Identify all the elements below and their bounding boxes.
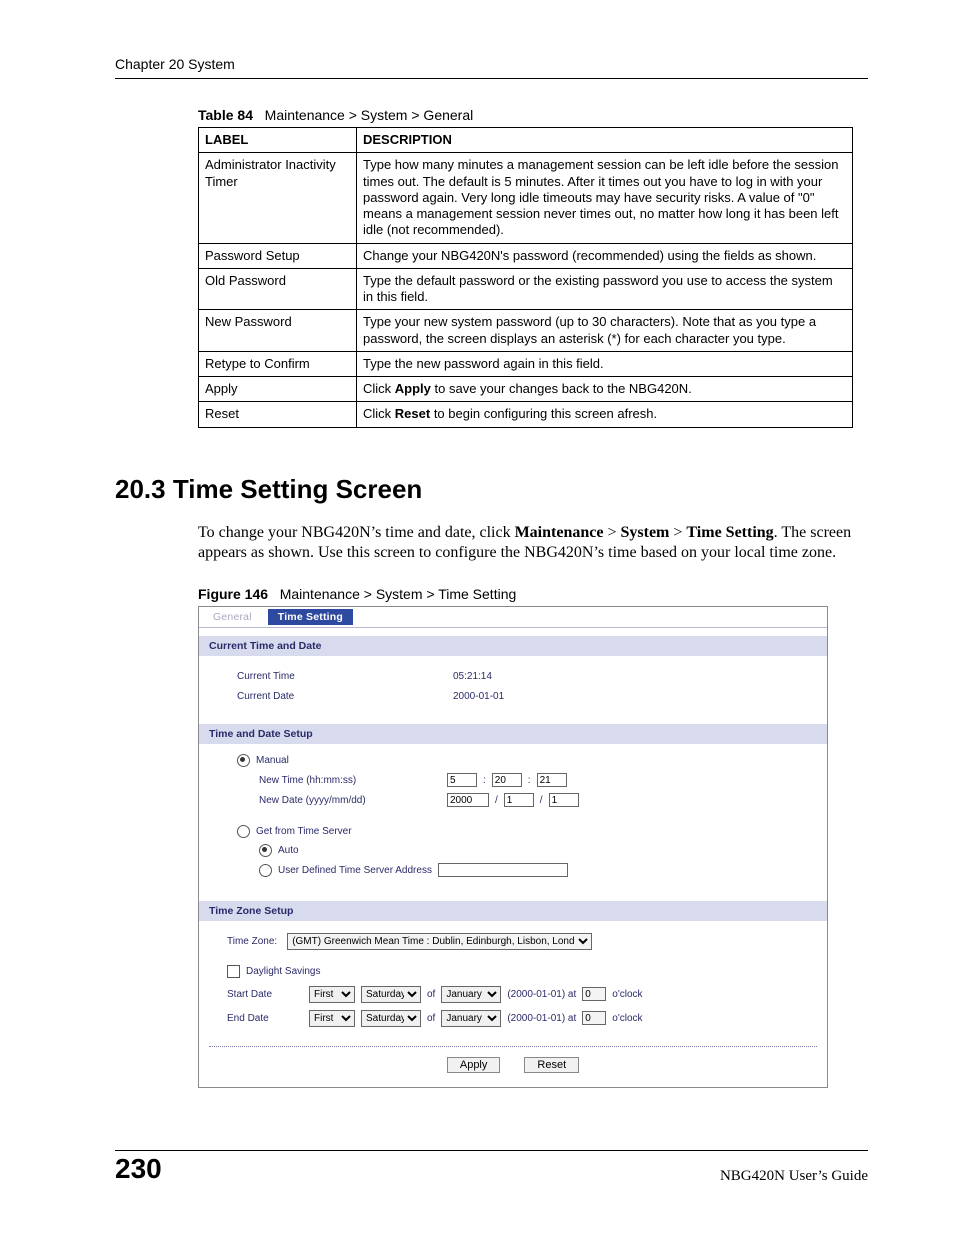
start-date-label: Start Date — [227, 989, 303, 1000]
radio-user-defined[interactable] — [259, 864, 272, 877]
start-ordinal-select[interactable]: First — [309, 986, 355, 1003]
cell-desc: Type how many minutes a management sessi… — [357, 153, 853, 243]
page-footer: 230 NBG420N User’s Guide — [115, 1150, 868, 1185]
end-date-label: End Date — [227, 1013, 303, 1024]
end-month-select[interactable]: January — [441, 1010, 501, 1027]
of-label: of — [427, 989, 435, 1000]
new-time-hour-input[interactable] — [447, 773, 477, 787]
section-time-date-setup-header: Time and Date Setup — [199, 724, 827, 744]
new-date-day-input[interactable] — [549, 793, 579, 807]
slash-separator: / — [534, 795, 549, 806]
tab-general[interactable]: General — [203, 609, 262, 625]
daylight-savings-checkbox[interactable] — [227, 965, 240, 978]
table-number: Table 84 — [198, 107, 253, 123]
chapter-header: Chapter 20 System — [115, 56, 868, 72]
new-time-minute-input[interactable] — [492, 773, 522, 787]
end-weekday-select[interactable]: Saturday — [361, 1010, 421, 1027]
description-table: LABEL DESCRIPTION Administrator Inactivi… — [198, 127, 853, 428]
colon-separator: : — [477, 775, 492, 786]
end-hour-input[interactable] — [582, 1011, 606, 1025]
slash-separator: / — [489, 795, 504, 806]
cell-desc: Click Reset to begin configuring this sc… — [357, 402, 853, 427]
section-paragraph: To change your NBG420N’s time and date, … — [198, 523, 853, 565]
table-title: Maintenance > System > General — [265, 107, 474, 123]
oclock-label: o'clock — [612, 1013, 642, 1024]
figure-number: Figure 146 — [198, 586, 268, 602]
tab-time-setting[interactable]: Time Setting — [268, 609, 353, 625]
end-ordinal-select[interactable]: First — [309, 1010, 355, 1027]
end-date-paren: (2000-01-01) at — [507, 1013, 576, 1024]
start-hour-input[interactable] — [582, 987, 606, 1001]
section-time-zone-setup-header: Time Zone Setup — [199, 901, 827, 921]
cell-label: Old Password — [199, 268, 357, 310]
table-row: Password Setup Change your NBG420N's pas… — [199, 243, 853, 268]
table-row: Old Password Type the default password o… — [199, 268, 853, 310]
table-caption: Table 84 Maintenance > System > General — [198, 107, 868, 123]
table-row: Apply Click Apply to save your changes b… — [199, 377, 853, 402]
cell-desc: Type the new password again in this fiel… — [357, 351, 853, 376]
new-date-year-input[interactable] — [447, 793, 489, 807]
current-date-label: Current Date — [237, 691, 447, 702]
time-zone-label: Time Zone: — [227, 936, 277, 947]
dotted-separator — [209, 1046, 817, 1047]
cell-label: Apply — [199, 377, 357, 402]
table-row: Reset Click Reset to begin configuring t… — [199, 402, 853, 427]
of-label: of — [427, 1013, 435, 1024]
section-heading: 20.3 Time Setting Screen — [115, 474, 868, 505]
start-month-select[interactable]: January — [441, 986, 501, 1003]
auto-label: Auto — [278, 845, 299, 856]
cell-label: Reset — [199, 402, 357, 427]
cell-label: Administrator Inactivity Timer — [199, 153, 357, 243]
table-row: New Password Type your new system passwo… — [199, 310, 853, 352]
cell-desc: Type the default password or the existin… — [357, 268, 853, 310]
cell-desc: Change your NBG420N's password (recommen… — [357, 243, 853, 268]
get-from-server-label: Get from Time Server — [256, 826, 352, 837]
oclock-label: o'clock — [612, 989, 642, 1000]
cell-label: Retype to Confirm — [199, 351, 357, 376]
current-time-label: Current Time — [237, 671, 447, 682]
time-server-address-input[interactable] — [438, 863, 568, 877]
figure-title: Maintenance > System > Time Setting — [280, 586, 517, 602]
table-header-description: DESCRIPTION — [357, 128, 853, 153]
tab-bar: General Time Setting — [199, 607, 827, 628]
page-number: 230 — [115, 1153, 162, 1185]
cell-desc: Click Apply to save your changes back to… — [357, 377, 853, 402]
user-defined-label: User Defined Time Server Address — [278, 865, 432, 876]
header-rule — [115, 78, 868, 79]
new-time-label: New Time (hh:mm:ss) — [259, 775, 447, 786]
new-date-month-input[interactable] — [504, 793, 534, 807]
colon-separator: : — [522, 775, 537, 786]
cell-desc: Type your new system password (up to 30 … — [357, 310, 853, 352]
time-zone-select[interactable]: (GMT) Greenwich Mean Time : Dublin, Edin… — [287, 933, 592, 950]
cell-label: New Password — [199, 310, 357, 352]
radio-get-from-server[interactable] — [237, 825, 250, 838]
daylight-savings-label: Daylight Savings — [246, 966, 320, 977]
current-date-value: 2000-01-01 — [453, 691, 504, 702]
current-time-value: 05:21:14 — [453, 671, 492, 682]
start-date-paren: (2000-01-01) at — [507, 989, 576, 1000]
time-setting-screenshot: General Time Setting Current Time and Da… — [198, 606, 828, 1088]
start-weekday-select[interactable]: Saturday — [361, 986, 421, 1003]
table-header-label: LABEL — [199, 128, 357, 153]
radio-auto[interactable] — [259, 844, 272, 857]
manual-label: Manual — [256, 755, 289, 766]
new-time-second-input[interactable] — [537, 773, 567, 787]
new-date-label: New Date (yyyy/mm/dd) — [259, 795, 447, 806]
section-current-time-header: Current Time and Date — [199, 636, 827, 656]
table-row: Retype to Confirm Type the new password … — [199, 351, 853, 376]
table-row: Administrator Inactivity Timer Type how … — [199, 153, 853, 243]
radio-manual[interactable] — [237, 754, 250, 767]
figure-caption: Figure 146 Maintenance > System > Time S… — [198, 586, 868, 602]
guide-name: NBG420N User’s Guide — [720, 1168, 868, 1185]
apply-button[interactable]: Apply — [447, 1057, 501, 1073]
reset-button[interactable]: Reset — [524, 1057, 579, 1073]
cell-label: Password Setup — [199, 243, 357, 268]
